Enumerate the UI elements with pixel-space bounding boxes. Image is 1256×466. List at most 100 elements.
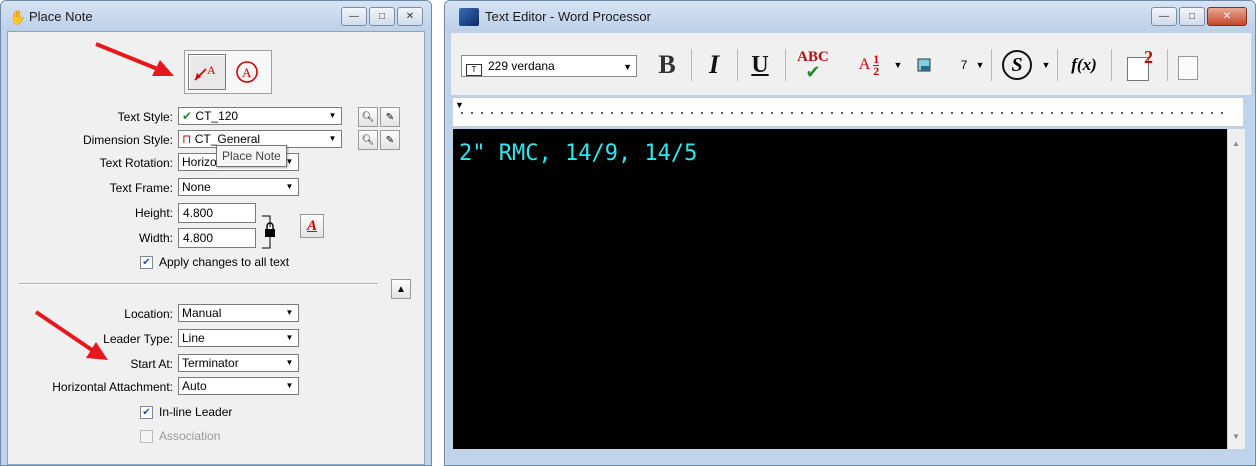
close-button[interactable]: ✕ <box>397 7 423 26</box>
spell-check-button[interactable]: ABC ✔ <box>791 47 835 83</box>
match-text-attributes-button[interactable]: A <box>300 214 324 238</box>
magnifier-icon: 🔍︎ <box>361 111 375 123</box>
color-swatch-icon <box>917 58 931 72</box>
microstation-logo-icon <box>459 8 479 26</box>
maximize-button[interactable]: □ <box>1179 7 1205 26</box>
place-note-body: A A Text Style: ✔ CT_120 ▼ 🔍︎ ✎ Dimensio… <box>7 31 425 465</box>
checkmark-icon: ✔ <box>805 62 821 82</box>
leader-type-combo[interactable]: Line ▼ <box>178 329 299 347</box>
text-color-button[interactable] <box>913 47 935 83</box>
width-input[interactable]: 4.800 <box>178 228 256 248</box>
magnifier-icon: 🔍︎ <box>361 134 375 146</box>
note-with-leader-mode-button[interactable]: A <box>188 54 226 90</box>
text-style-row: Text Style: ✔ CT_120 ▼ 🔍︎ ✎ <box>8 106 428 128</box>
start-at-combo[interactable]: Terminator ▼ <box>178 354 299 372</box>
close-button[interactable]: ✕ <box>1207 7 1247 26</box>
leader-note-icon: A <box>194 63 216 81</box>
minimize-button[interactable]: — <box>341 7 367 26</box>
chevron-down-icon: ▼ <box>975 60 985 70</box>
horizontal-attachment-label: Horizontal Attachment: <box>52 380 173 394</box>
inline-leader-label: In-line Leader <box>159 405 233 419</box>
italic-button[interactable]: I <box>697 47 731 83</box>
vertical-scrollbar[interactable]: ▲ ▼ <box>1227 129 1245 449</box>
toolbar-separator <box>1167 49 1168 81</box>
height-input[interactable]: 4.800 <box>178 203 256 223</box>
location-value: Manual <box>182 306 222 320</box>
size-dropdown[interactable]: ▼ <box>973 47 987 83</box>
text-frame-combo[interactable]: None ▼ <box>178 178 299 196</box>
ruler[interactable]: ▼ <box>453 97 1243 127</box>
fraction-numerator: 1 <box>873 51 880 66</box>
style-edit-icon: ✎ <box>385 134 395 146</box>
fraction-button[interactable]: A 1 2 <box>849 47 889 83</box>
font-select[interactable]: T 229 verdana ▼ <box>461 55 637 77</box>
ruler-ticks <box>457 108 1227 118</box>
text-edit-area[interactable]: 2" RMC, 14/9, 14/5 <box>453 129 1227 449</box>
collapse-button[interactable]: ▲ <box>391 279 411 299</box>
text-attributes-icon: A <box>306 217 317 234</box>
overflow-button[interactable] <box>1175 47 1201 83</box>
association-checkbox[interactable] <box>140 430 153 443</box>
minimize-button[interactable]: — <box>1151 7 1177 26</box>
symbol-letter: S <box>1002 50 1032 80</box>
formula-button[interactable]: f(x) <box>1063 47 1105 83</box>
chevron-down-icon: ▼ <box>285 381 294 390</box>
apply-changes-checkbox[interactable]: ✔ <box>140 256 153 269</box>
chevron-down-icon: ▼ <box>328 134 337 143</box>
symbol-button[interactable]: S <box>997 47 1037 83</box>
font-value: 229 verdana <box>488 59 555 73</box>
inline-leader-checkbox[interactable]: ✔ <box>140 406 153 419</box>
text-editor-titlebar[interactable]: Text Editor - Word Processor — □ ✕ <box>445 1 1255 31</box>
mode-toggle-group: A A <box>184 50 272 94</box>
text-frame-row: Text Frame: None ▼ <box>8 177 428 199</box>
dimension-style-match-button[interactable]: 🔍︎ <box>358 130 378 150</box>
dimension-style-value: CT_General <box>194 132 261 146</box>
place-note-tooltip: Place Note <box>216 145 287 167</box>
svg-text:A: A <box>207 63 216 77</box>
text-style-label: Text Style: <box>117 110 173 124</box>
text-style-match-button[interactable]: 🔍︎ <box>358 107 378 127</box>
note-without-leader-mode-button[interactable]: A <box>228 54 266 90</box>
text-frame-label: Text Frame: <box>109 181 173 195</box>
chevron-down-icon: ▼ <box>623 62 632 72</box>
bold-button[interactable]: B <box>649 47 685 83</box>
style-edit-icon: ✎ <box>385 111 395 123</box>
dimension-style-edit-button[interactable]: ✎ <box>380 130 400 150</box>
association-label: Association <box>159 429 221 443</box>
fraction-dropdown[interactable]: ▼ <box>891 47 905 83</box>
toolbar-separator <box>737 49 738 81</box>
toolbar-separator <box>785 49 786 81</box>
scroll-up-icon[interactable]: ▲ <box>1232 139 1240 148</box>
place-note-titlebar[interactable]: ✋ Place Note — □ ✕ <box>1 1 431 31</box>
location-combo[interactable]: Manual ▼ <box>178 304 299 322</box>
text-editor-window: Text Editor - Word Processor — □ ✕ T 229 … <box>444 0 1256 466</box>
horizontal-attachment-combo[interactable]: Auto ▼ <box>178 377 299 395</box>
horizontal-attachment-row: Horizontal Attachment: Auto ▼ <box>8 376 428 398</box>
toolbar-separator <box>1111 49 1112 81</box>
text-style-edit-button[interactable]: ✎ <box>380 107 400 127</box>
underline-button[interactable]: U <box>743 47 777 83</box>
start-at-value: Terminator <box>182 356 239 370</box>
symbol-dropdown[interactable]: ▼ <box>1039 47 1053 83</box>
circled-a-icon: A <box>236 61 258 83</box>
place-note-window: ✋ Place Note — □ ✕ A A Text Style: ✔ CT_… <box>0 0 432 466</box>
checkmark-icon: ✔ <box>182 109 193 123</box>
leader-type-value: Line <box>182 331 205 345</box>
window-title: Text Editor - Word Processor <box>485 9 651 24</box>
text-rotation-label: Text Rotation: <box>99 156 173 170</box>
svg-text:A: A <box>242 65 252 80</box>
text-editor-toolbar: T 229 verdana ▼ B I U ABC ✔ A 1 2 ▼ 7 ▼ S <box>451 33 1251 95</box>
fraction-denominator: 2 <box>873 63 880 78</box>
aspect-lock-icon[interactable] <box>260 212 280 252</box>
dimension-icon: ⊓ <box>182 132 192 146</box>
toolbar-separator <box>1057 49 1058 81</box>
height-label: Height: <box>134 206 173 220</box>
height-row: Height: 4.800 <box>8 202 428 224</box>
text-style-combo[interactable]: ✔ CT_120 ▼ <box>178 107 342 125</box>
superscript-button[interactable]: 2 <box>1117 47 1159 83</box>
maximize-button[interactable]: □ <box>369 7 395 26</box>
scroll-down-icon[interactable]: ▼ <box>1232 432 1240 441</box>
toolbar-separator <box>691 49 692 81</box>
apply-changes-label: Apply changes to all text <box>159 255 290 269</box>
start-at-label: Start At: <box>130 357 173 371</box>
